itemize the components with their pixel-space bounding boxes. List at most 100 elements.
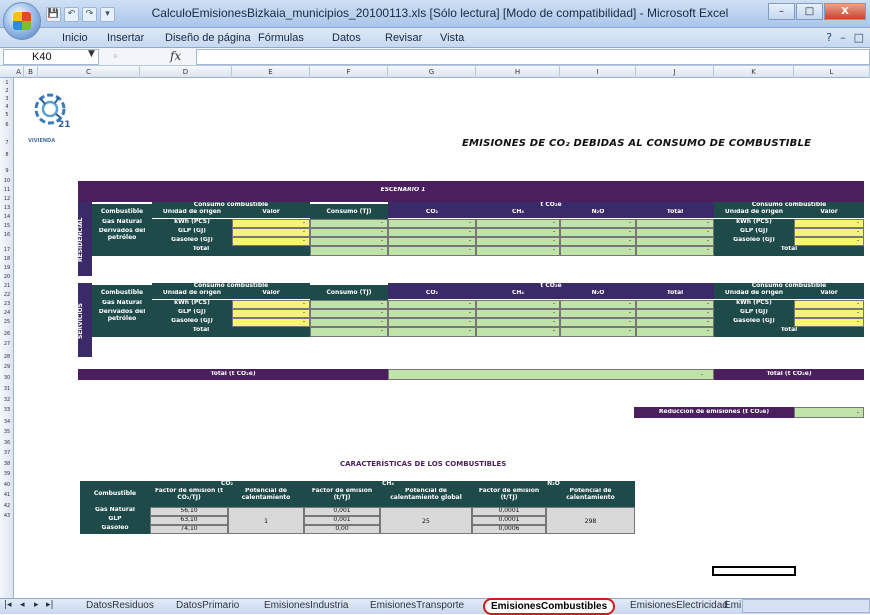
column-header[interactable]: L [794,66,870,78]
valor-input[interactable]: - [232,300,310,309]
tab-diseno-pagina[interactable]: Diseño de página [165,32,251,44]
column-header[interactable]: J [636,66,714,78]
column-header[interactable]: H [476,66,560,78]
row-header[interactable]: 13 [0,205,14,211]
valor-input[interactable]: - [232,219,310,228]
column-header[interactable]: G [388,66,476,78]
row-header[interactable]: 9 [0,168,14,174]
row-header[interactable]: 30 [0,375,14,381]
selected-cell-k40[interactable] [712,566,796,576]
column-header[interactable]: C [38,66,140,78]
row-header[interactable]: 8 [0,152,14,158]
row-header[interactable]: 29 [0,364,14,370]
row-header[interactable]: 16 [0,232,14,238]
valor-input[interactable]: - [232,309,310,318]
horizontal-scrollbar[interactable] [742,599,870,613]
row-header[interactable]: 36 [0,440,14,446]
row-header[interactable]: 32 [0,397,14,403]
row-header[interactable]: 26 [0,331,14,337]
row-header[interactable]: 28 [0,354,14,360]
row-header[interactable]: 18 [0,256,14,262]
row-header[interactable]: 38 [0,461,14,467]
minimize-button[interactable]: – [768,3,795,20]
save-icon[interactable]: 💾 [46,6,61,22]
name-box-dropdown-icon[interactable]: ▼ [88,49,95,59]
row-header[interactable]: 11 [0,187,14,193]
column-header[interactable]: E [232,66,310,78]
valor-input-right[interactable]: - [794,228,864,237]
valor-input[interactable]: - [232,318,310,327]
column-header[interactable]: B [24,66,38,78]
column-header[interactable]: F [310,66,388,78]
row-header[interactable]: 39 [0,471,14,477]
row-header[interactable]: 27 [0,341,14,347]
row-header[interactable]: 34 [0,419,14,425]
row-header[interactable]: 43 [0,513,14,519]
valor-input-right[interactable]: - [794,300,864,309]
row-header[interactable]: 15 [0,223,14,229]
row-header[interactable]: 1 [0,80,14,86]
maximize-button[interactable]: □ [796,3,823,20]
row-header[interactable]: 31 [0,386,14,392]
next-sheet-button[interactable]: ▸ [34,600,39,610]
row-header[interactable]: 22 [0,292,14,298]
first-sheet-button[interactable]: |◂ [4,600,12,610]
row-header[interactable]: 20 [0,274,14,280]
tab-vista[interactable]: Vista [440,32,464,44]
row-header[interactable]: 41 [0,492,14,498]
customize-dropdown-icon[interactable]: ▾ [100,6,115,22]
row-header[interactable]: 3 [0,96,14,102]
tab-formulas[interactable]: Fórmulas [258,32,304,44]
row-header[interactable]: 10 [0,178,14,184]
last-sheet-button[interactable]: ▸| [46,600,54,610]
column-header[interactable]: A [14,66,24,78]
row-header[interactable]: 2 [0,88,14,94]
insert-function-button[interactable]: fx [170,49,181,63]
valor-input-right[interactable]: - [794,237,864,246]
reduccion-value-cell[interactable]: - [794,407,864,418]
office-button[interactable] [3,2,41,40]
close-button[interactable]: X [824,3,866,20]
valor-input-right[interactable]: - [794,219,864,228]
sheet-tab-emisioneselectricidad[interactable]: EmisionesElectricidad [630,600,728,614]
sheet-tab-emisionesindustria[interactable]: EmisionesIndustria [264,600,348,614]
tab-insertar[interactable]: Insertar [107,32,144,44]
row-header[interactable]: 24 [0,310,14,316]
sheet-tab-emi[interactable]: Emi [724,600,741,614]
workbook-restore-button[interactable]: □ [854,31,864,44]
valor-input-right[interactable]: - [794,318,864,327]
row-header[interactable]: 33 [0,407,14,413]
row-header[interactable]: 19 [0,265,14,271]
row-header[interactable]: 7 [0,140,14,146]
column-header[interactable]: I [560,66,636,78]
sheet-tab-emisionescombustibles[interactable]: EmisionesCombustibles [483,598,616,615]
row-header[interactable]: 25 [0,319,14,325]
undo-icon[interactable]: ↶ [64,6,79,22]
column-header[interactable]: D [140,66,232,78]
row-header[interactable]: 12 [0,196,14,202]
row-header[interactable]: 14 [0,214,14,220]
sheet-tab-datosresiduos[interactable]: DatosResiduos [86,600,154,614]
name-box[interactable]: K40 [3,49,99,65]
row-header[interactable]: 23 [0,301,14,307]
valor-input-right[interactable]: - [794,309,864,318]
row-header[interactable]: 17 [0,247,14,253]
column-header[interactable]: K [714,66,794,78]
formula-input[interactable] [196,49,870,65]
total-row-value-cell[interactable]: - [388,369,714,380]
row-header[interactable]: 5 [0,112,14,118]
valor-input[interactable]: - [232,228,310,237]
valor-input[interactable]: - [232,237,310,246]
workbook-minimize-button[interactable]: – [840,31,846,44]
row-header[interactable]: 42 [0,503,14,509]
redo-icon[interactable]: ↷ [82,6,97,22]
tab-revisar[interactable]: Revisar [385,32,422,44]
row-header[interactable]: 6 [0,122,14,128]
cancel-formula-icon[interactable]: ◦ [112,50,119,63]
row-header[interactable]: 4 [0,104,14,110]
sheet-tab-datosprimario[interactable]: DatosPrimario [176,600,239,614]
help-icon[interactable]: ? [826,31,832,44]
tab-inicio[interactable]: Inicio [62,32,88,44]
sheet-tab-emisionestransporte[interactable]: EmisionesTransporte [370,600,464,614]
prev-sheet-button[interactable]: ◂ [20,600,25,610]
